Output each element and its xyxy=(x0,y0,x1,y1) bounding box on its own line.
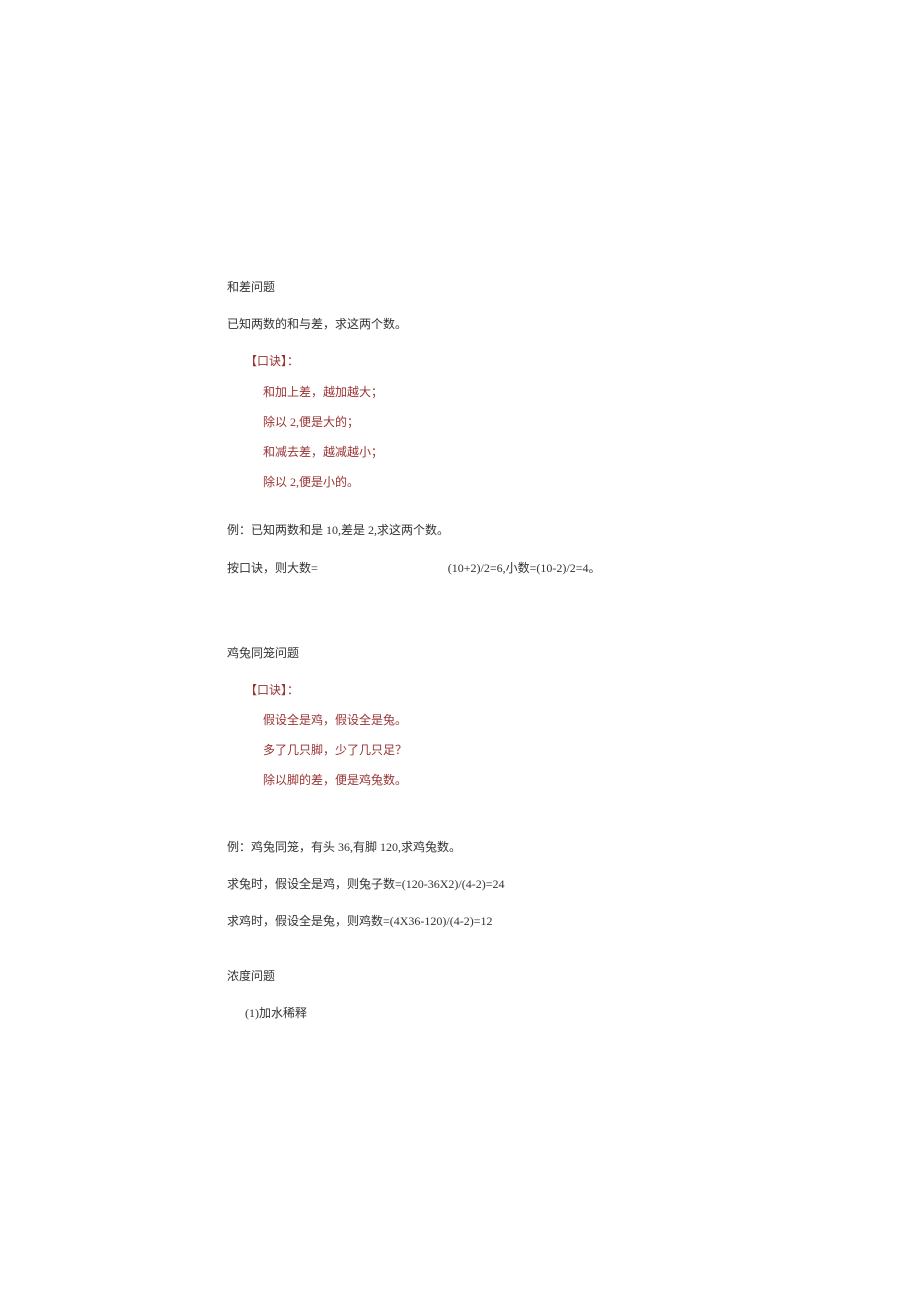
mnemonic-line: 除以 2,便是大的； xyxy=(227,413,693,432)
mnemonic-line: 多了几只脚，少了几只足？ xyxy=(227,741,693,760)
section1-intro: 已知两数的和与差，求这两个数。 xyxy=(227,315,693,334)
calc-left: 按口诀，则大数= xyxy=(227,559,318,578)
section2-calc1: 求兔时，假设全是鸡，则兔子数=(120-36X2)/(4-2)=24 xyxy=(227,875,693,894)
mnemonic-line: 和加上差，越加越大； xyxy=(227,383,693,402)
mnemonic-line: 假设全是鸡，假设全是兔。 xyxy=(227,711,693,730)
section1-example: 例：已知两数和是 10,差是 2,求这两个数。 xyxy=(227,521,693,540)
mnemonic-label: 【口诀】： xyxy=(227,352,693,371)
section1-title: 和差问题 xyxy=(227,278,693,297)
section1-calc-row: 按口诀，则大数= (10+2)/2=6,小数=(10-2)/2=4。 xyxy=(227,559,693,578)
section2-calc2: 求鸡时，假设全是兔，则鸡数=(4X36-120)/(4-2)=12 xyxy=(227,912,693,931)
document-body: 和差问题 已知两数的和与差，求这两个数。 【口诀】： 和加上差，越加越大； 除以… xyxy=(0,0,920,1024)
mnemonic-label: 【口诀】： xyxy=(227,681,693,700)
section2-title: 鸡兔同笼问题 xyxy=(227,644,693,663)
section3-title: 浓度问题 xyxy=(227,967,693,986)
mnemonic-line: 除以脚的差，便是鸡兔数。 xyxy=(227,771,693,790)
mnemonic-line: 和减去差，越减越小； xyxy=(227,443,693,462)
section2-example: 例：鸡兔同笼，有头 36,有脚 120,求鸡兔数。 xyxy=(227,838,693,857)
section3-sub: (1)加水稀释 xyxy=(227,1004,693,1023)
mnemonic-line: 除以 2,便是小的。 xyxy=(227,473,693,492)
calc-right: (10+2)/2=6,小数=(10-2)/2=4。 xyxy=(448,559,601,578)
